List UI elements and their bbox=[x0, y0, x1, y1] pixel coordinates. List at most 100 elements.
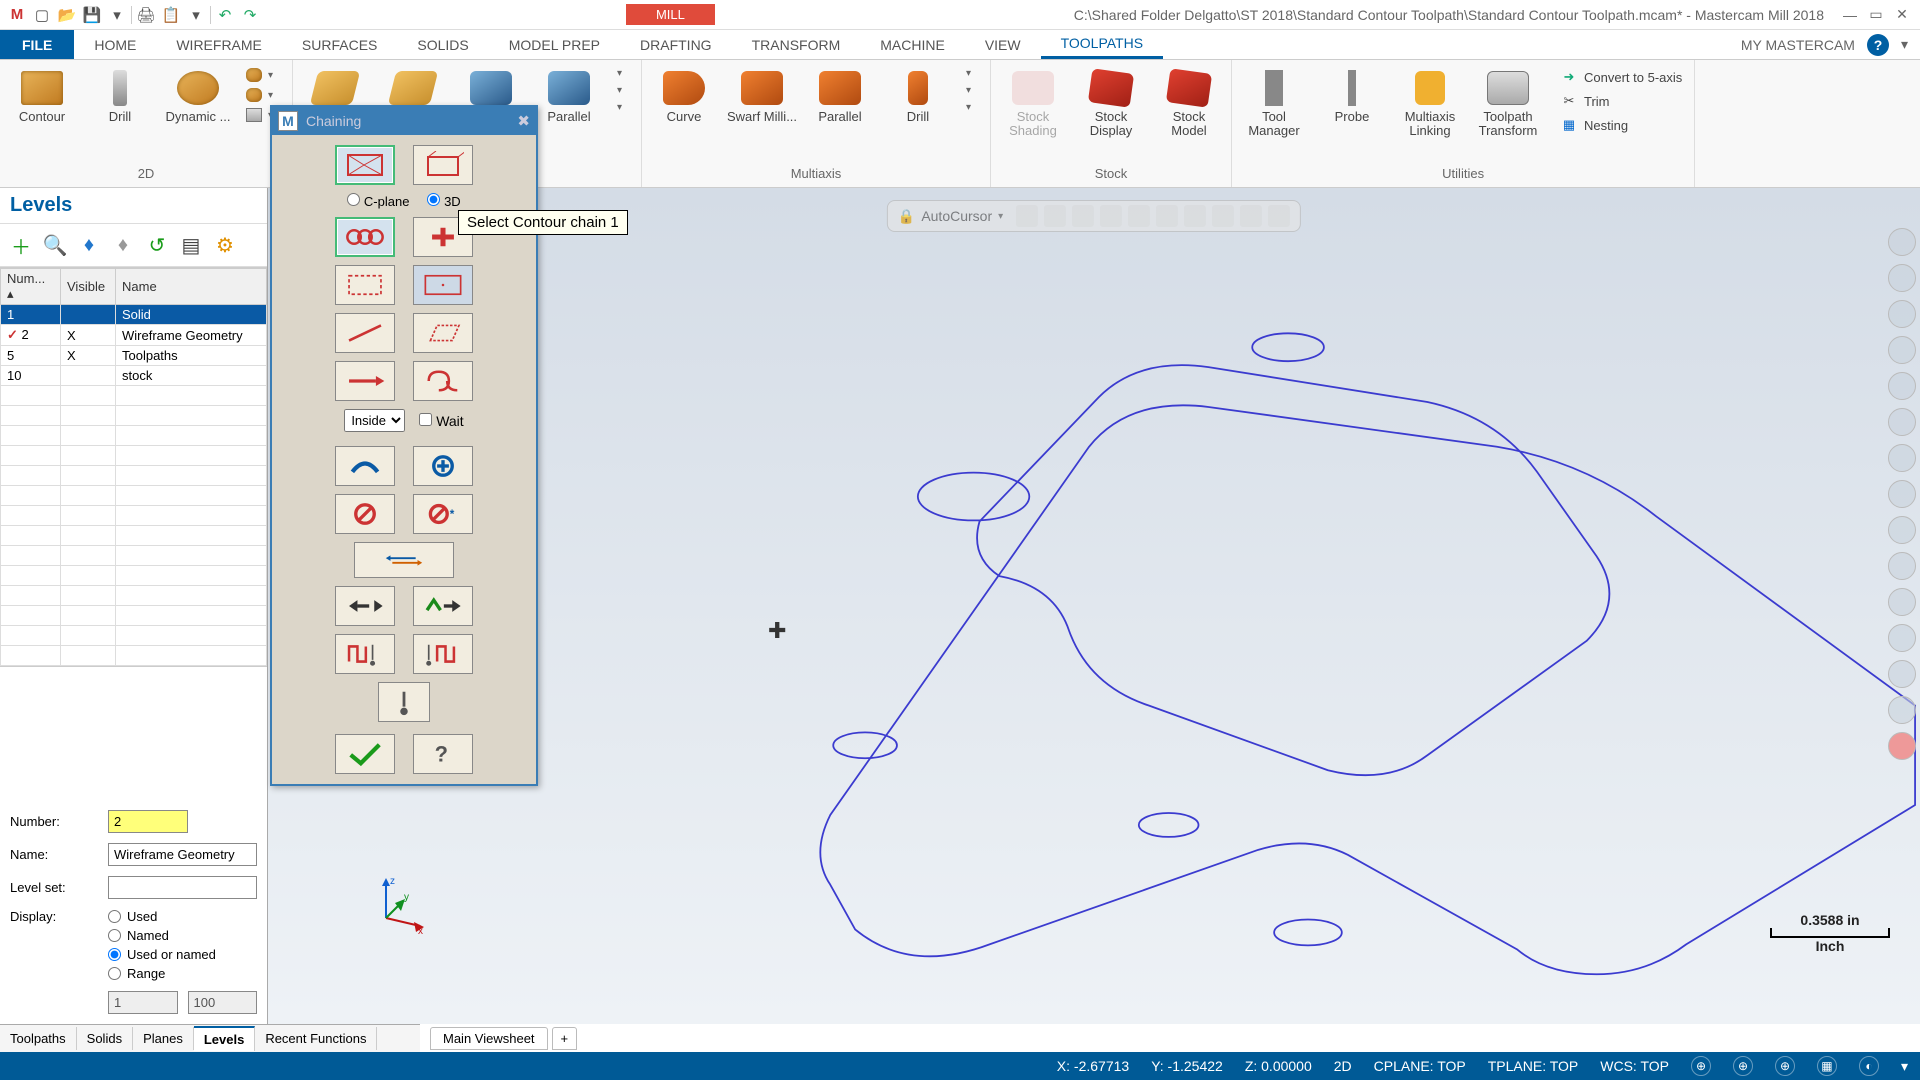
vt-btn-6[interactable] bbox=[1156, 205, 1178, 227]
probe-button[interactable]: Probe bbox=[1316, 64, 1388, 128]
start-point-b-button[interactable] bbox=[413, 634, 473, 674]
status-icon-5[interactable]: ◐ bbox=[1859, 1056, 1879, 1076]
number-input[interactable] bbox=[108, 810, 188, 833]
help-button[interactable]: ? bbox=[413, 734, 473, 774]
last-button[interactable] bbox=[335, 446, 395, 486]
3d-radio[interactable]: 3D bbox=[427, 193, 460, 209]
ribbon-tab-solids[interactable]: SOLIDS bbox=[397, 30, 488, 59]
ribbon-tab-drafting[interactable]: DRAFTING bbox=[620, 30, 732, 59]
ribbon-tab-view[interactable]: VIEW bbox=[965, 30, 1041, 59]
redo-icon[interactable]: ↷ bbox=[239, 4, 261, 26]
vt-btn-3[interactable] bbox=[1072, 205, 1094, 227]
level-row[interactable]: 1Solid bbox=[1, 305, 267, 325]
gmulti-more-3[interactable]: ▾ bbox=[962, 100, 982, 115]
polygon-button[interactable] bbox=[413, 313, 473, 353]
vt-btn-10[interactable] bbox=[1268, 205, 1290, 227]
dynamic-button[interactable]: Dynamic ... bbox=[162, 64, 234, 128]
line-button[interactable] bbox=[335, 313, 395, 353]
ribbon-tab-machine[interactable]: MACHINE bbox=[860, 30, 965, 59]
parallel-3d-button[interactable]: Parallel bbox=[533, 64, 605, 128]
vt-btn-9[interactable] bbox=[1240, 205, 1262, 227]
wait-checkbox[interactable]: Wait bbox=[419, 413, 463, 429]
rg-btn-4[interactable] bbox=[1888, 336, 1916, 364]
toolpath-transform-button[interactable]: Toolpath Transform bbox=[1472, 64, 1544, 143]
rg-btn-8[interactable] bbox=[1888, 480, 1916, 508]
vt-btn-2[interactable] bbox=[1044, 205, 1066, 227]
vt-btn-1[interactable] bbox=[1016, 205, 1038, 227]
name-input[interactable] bbox=[108, 843, 257, 866]
settings-icon[interactable]: ⚙ bbox=[210, 230, 240, 260]
unselect-all-button[interactable]: * bbox=[413, 494, 473, 534]
status-icon-4[interactable]: ▦ bbox=[1817, 1056, 1837, 1076]
ribbon-tab-file[interactable]: FILE bbox=[0, 30, 74, 59]
status-z[interactable]: Z: 0.00000 bbox=[1245, 1058, 1312, 1074]
range-from-input[interactable] bbox=[108, 991, 178, 1014]
display-radio[interactable]: Used or named bbox=[108, 947, 257, 962]
ribbon-tab-transform[interactable]: TRANSFORM bbox=[732, 30, 861, 59]
status-mode[interactable]: 2D bbox=[1334, 1058, 1352, 1074]
unselect-button[interactable] bbox=[335, 494, 395, 534]
curve-button[interactable]: Curve bbox=[648, 64, 720, 128]
g2d-more-1[interactable]: ▾ bbox=[242, 66, 284, 84]
minimize-icon[interactable]: — bbox=[1840, 5, 1860, 25]
level-row[interactable]: 5XToolpaths bbox=[1, 346, 267, 366]
rg-btn-11[interactable] bbox=[1888, 588, 1916, 616]
new-icon[interactable]: ▢ bbox=[31, 4, 53, 26]
plus-button[interactable] bbox=[413, 446, 473, 486]
tool-manager-button[interactable]: Tool Manager bbox=[1238, 64, 1310, 143]
g3d-more-2[interactable]: ▾ bbox=[613, 83, 633, 98]
step-forward-button[interactable] bbox=[413, 586, 473, 626]
ribbon-tab-surfaces[interactable]: SURFACES bbox=[282, 30, 397, 59]
col-number[interactable]: Num... ▴ bbox=[1, 269, 61, 305]
status-wcs[interactable]: WCS: TOP bbox=[1600, 1058, 1669, 1074]
stock-shading-button[interactable]: Stock Shading bbox=[997, 64, 1069, 143]
col-visible[interactable]: Visible bbox=[61, 269, 116, 305]
add-level-icon[interactable]: ＋ bbox=[6, 230, 36, 260]
viewsheet-main[interactable]: Main Viewsheet bbox=[430, 1027, 548, 1050]
chaining-dialog[interactable]: M Chaining ✖ C-plane 3D Inside bbox=[270, 105, 538, 786]
ribbon-collapse-icon[interactable]: ▾ bbox=[1901, 36, 1908, 53]
status-icon-3[interactable]: ⊕ bbox=[1775, 1056, 1795, 1076]
manager-tab[interactable]: Planes bbox=[133, 1027, 194, 1050]
status-icon-1[interactable]: ⊕ bbox=[1691, 1056, 1711, 1076]
loop-button[interactable] bbox=[413, 361, 473, 401]
range-to-input[interactable] bbox=[188, 991, 258, 1014]
rg-btn-13[interactable] bbox=[1888, 660, 1916, 688]
single-point-button[interactable] bbox=[413, 265, 473, 305]
vt-btn-7[interactable] bbox=[1184, 205, 1206, 227]
manager-tab[interactable]: Recent Functions bbox=[255, 1027, 377, 1050]
rg-btn-2[interactable] bbox=[1888, 264, 1916, 292]
close-icon[interactable]: ✕ bbox=[1892, 5, 1912, 25]
vt-btn-5[interactable] bbox=[1128, 205, 1150, 227]
levels-table[interactable]: Num... ▴ Visible Name 1Solid✓ 2XWirefram… bbox=[0, 267, 267, 666]
display-radio[interactable]: Used bbox=[108, 909, 257, 924]
layers-off-icon[interactable]: ♦ bbox=[108, 230, 138, 260]
solid-mode-button[interactable] bbox=[413, 145, 473, 185]
step-back-button[interactable] bbox=[335, 586, 395, 626]
reset-icon[interactable]: ↺ bbox=[142, 230, 172, 260]
lock-icon[interactable]: 🔒 bbox=[898, 208, 915, 225]
contour-button[interactable]: Contour bbox=[6, 64, 78, 128]
ribbon-tab-modelprep[interactable]: MODEL PREP bbox=[489, 30, 620, 59]
drill-multi-button[interactable]: Drill bbox=[882, 64, 954, 128]
drill-button[interactable]: Drill bbox=[84, 64, 156, 128]
rg-btn-9[interactable] bbox=[1888, 516, 1916, 544]
multiaxis-linking-button[interactable]: Multiaxis Linking bbox=[1394, 64, 1466, 143]
levelset-input[interactable] bbox=[108, 876, 257, 899]
open-icon[interactable]: 📂 bbox=[56, 4, 78, 26]
status-cplane[interactable]: CPLANE: TOP bbox=[1374, 1058, 1466, 1074]
trim-button[interactable]: ✂Trim bbox=[1556, 90, 1686, 112]
search-level-icon[interactable]: 🔍 bbox=[40, 230, 70, 260]
manager-tab[interactable]: Levels bbox=[194, 1026, 255, 1051]
vt-btn-4[interactable] bbox=[1100, 205, 1122, 227]
help-icon[interactable]: ? bbox=[1867, 34, 1889, 56]
swarf-button[interactable]: Swarf Milli... bbox=[726, 64, 798, 128]
manager-tab[interactable]: Toolpaths bbox=[0, 1027, 77, 1050]
rg-plus-icon[interactable] bbox=[1888, 228, 1916, 256]
inside-select[interactable]: Inside bbox=[344, 409, 405, 432]
status-y[interactable]: Y: -1.25422 bbox=[1151, 1058, 1223, 1074]
g3d-more-1[interactable]: ▾ bbox=[613, 66, 633, 81]
cplane-radio[interactable]: C-plane bbox=[347, 193, 409, 209]
gmulti-more-2[interactable]: ▾ bbox=[962, 83, 982, 98]
start-point-a-button[interactable] bbox=[335, 634, 395, 674]
